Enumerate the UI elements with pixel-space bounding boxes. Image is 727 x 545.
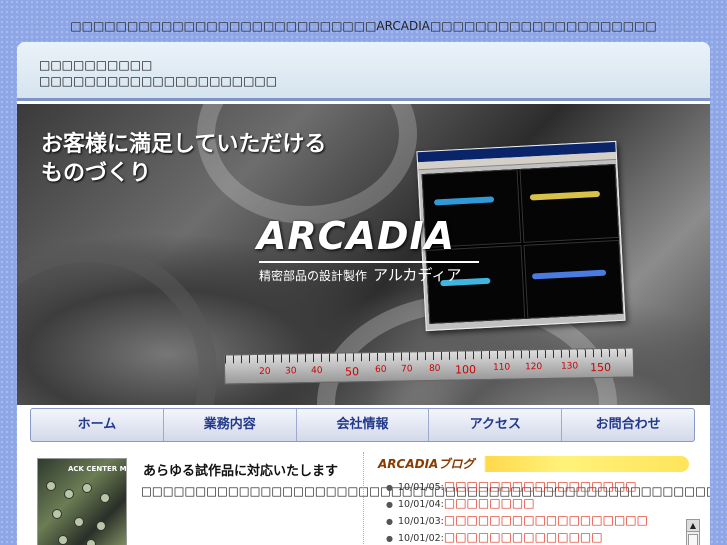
nav-services[interactable]: 業務内容 [164, 409, 297, 441]
ruler-number: 150 [589, 360, 612, 375]
blog-post-link[interactable]: □□□□□□□□□□□□□□ [444, 530, 603, 544]
cad-model-shape [529, 190, 601, 201]
blog-scrollbar[interactable]: ▲ [686, 519, 700, 545]
page-frame: □□□□□□□□□□ □□□□□□□□□□□□□□□□□□□□□ お客様に満足し… [17, 42, 710, 545]
nav-access[interactable]: アクセス [429, 409, 563, 441]
hero-banner: お客様に満足していただける ものづくり ARCADIA 精密部品の設計製作 アル… [17, 104, 710, 405]
company-logo: ARCADIA [257, 214, 456, 258]
cad-viewport [523, 239, 624, 319]
tool-holder-shape [86, 539, 96, 545]
nav-company[interactable]: 会社情報 [297, 409, 430, 441]
tool-holder-shape [100, 493, 110, 503]
scroll-up-arrow-icon[interactable]: ▲ [687, 520, 699, 532]
ruler-number: 30 [284, 366, 297, 377]
ruler-number: 110 [492, 362, 511, 373]
blog-post-date: 10/01/02: [398, 533, 444, 544]
tool-holder-shape [96, 521, 106, 531]
blog-post-date: 10/01/03: [398, 516, 444, 527]
header-line-2: □□□□□□□□□□□□□□□□□□□□□ [39, 74, 278, 88]
blog-post-link[interactable]: □□□□□□□□ [444, 496, 535, 510]
bullet-icon: ● [386, 500, 393, 509]
hero-tagline: お客様に満足していただける ものづくり [41, 130, 326, 188]
ruler-number: 100 [454, 363, 477, 377]
thumbnail-caption: ACK CENTER MB [68, 465, 132, 473]
feature-section: ACK CENTER MB あらゆる試作品に対応いたします □□□□□□□□□□… [37, 454, 710, 545]
blog-heading: ARCADIAブログ [374, 456, 689, 472]
blog-post: ● 10/01/04:□□□□□□□□ [386, 495, 672, 512]
site-header: □□□□□□□□□□ □□□□□□□□□□□□□□□□□□□□□ [17, 42, 710, 101]
logo-subtitle-katakana: アルカディア [373, 266, 462, 284]
ruler-number: 40 [310, 365, 323, 377]
blog-post: ● 10/01/03:□□□□□□□□□□□□□□□□□□ [386, 512, 672, 529]
bullet-icon: ● [386, 483, 393, 492]
logo-underline [259, 261, 479, 263]
feature-title: あらゆる試作品に対応いたします [143, 464, 339, 479]
tool-holder-shape [58, 535, 68, 545]
logo-subtitle-small: 精密部品の設計製作 [259, 269, 368, 283]
feature-description: □□□□□□□□□□□□□□□□□□□□□□□□□□□□□□□□□□□□□□□□… [141, 484, 710, 498]
cad-model-shape [433, 196, 495, 206]
tagline-line-2: ものづくり [41, 160, 152, 186]
carbon-fiber-shape [17, 244, 217, 405]
ruler-number: 130 [560, 361, 579, 372]
cad-viewport [519, 163, 620, 243]
scrollbar-thumb[interactable] [688, 534, 698, 545]
ruler-number: 70 [400, 364, 413, 375]
blog-post-date: 10/01/04: [398, 499, 444, 510]
tool-holder-shape [82, 483, 92, 493]
top-announcement: □□□□□□□□□□□□□□□□□□□□□□□□□□□ARCADIA□□□□□□… [70, 19, 657, 33]
bullet-icon: ● [386, 534, 393, 543]
product-thumbnail: ACK CENTER MB [37, 458, 132, 545]
ruler-number: 50 [344, 365, 360, 379]
tagline-line-1: お客様に満足していただける [41, 131, 327, 157]
main-navigation: ホーム 業務内容 会社情報 アクセス お問合わせ [30, 408, 695, 442]
logo-subtitle: 精密部品の設計製作 アルカディア [259, 264, 461, 285]
cad-model-shape [531, 269, 607, 280]
tool-holder-shape [74, 517, 84, 527]
bullet-icon: ● [386, 517, 393, 526]
blog-section: ARCADIAブログ ● 10/01/05:□□□□□□□□□□□□□□□□□ ●… [374, 456, 700, 545]
column-divider [363, 452, 364, 545]
nav-contact[interactable]: お問合わせ [562, 409, 694, 441]
ruler-number: 20 [258, 366, 271, 377]
tool-holder-shape [64, 489, 74, 499]
header-line-1: □□□□□□□□□□ [39, 58, 153, 72]
tool-holder-shape [52, 509, 62, 519]
blog-post: ● 10/01/05:□□□□□□□□□□□□□□□□□ [386, 478, 672, 495]
nav-home[interactable]: ホーム [31, 409, 164, 441]
blog-post-date: 10/01/05: [398, 482, 444, 493]
blog-post-link[interactable]: □□□□□□□□□□□□□□□□□□ [444, 513, 648, 527]
ruler-number: 60 [374, 364, 387, 375]
blog-post-list: ● 10/01/05:□□□□□□□□□□□□□□□□□ ● 10/01/04:□□… [386, 478, 672, 545]
blog-post-link[interactable]: □□□□□□□□□□□□□□□□□ [444, 479, 637, 493]
blog-post: ● 10/01/02:□□□□□□□□□□□□□□ [386, 529, 672, 545]
tool-holder-shape [46, 481, 56, 491]
ruler-number: 120 [524, 362, 543, 373]
ruler-number: 80 [428, 363, 441, 374]
